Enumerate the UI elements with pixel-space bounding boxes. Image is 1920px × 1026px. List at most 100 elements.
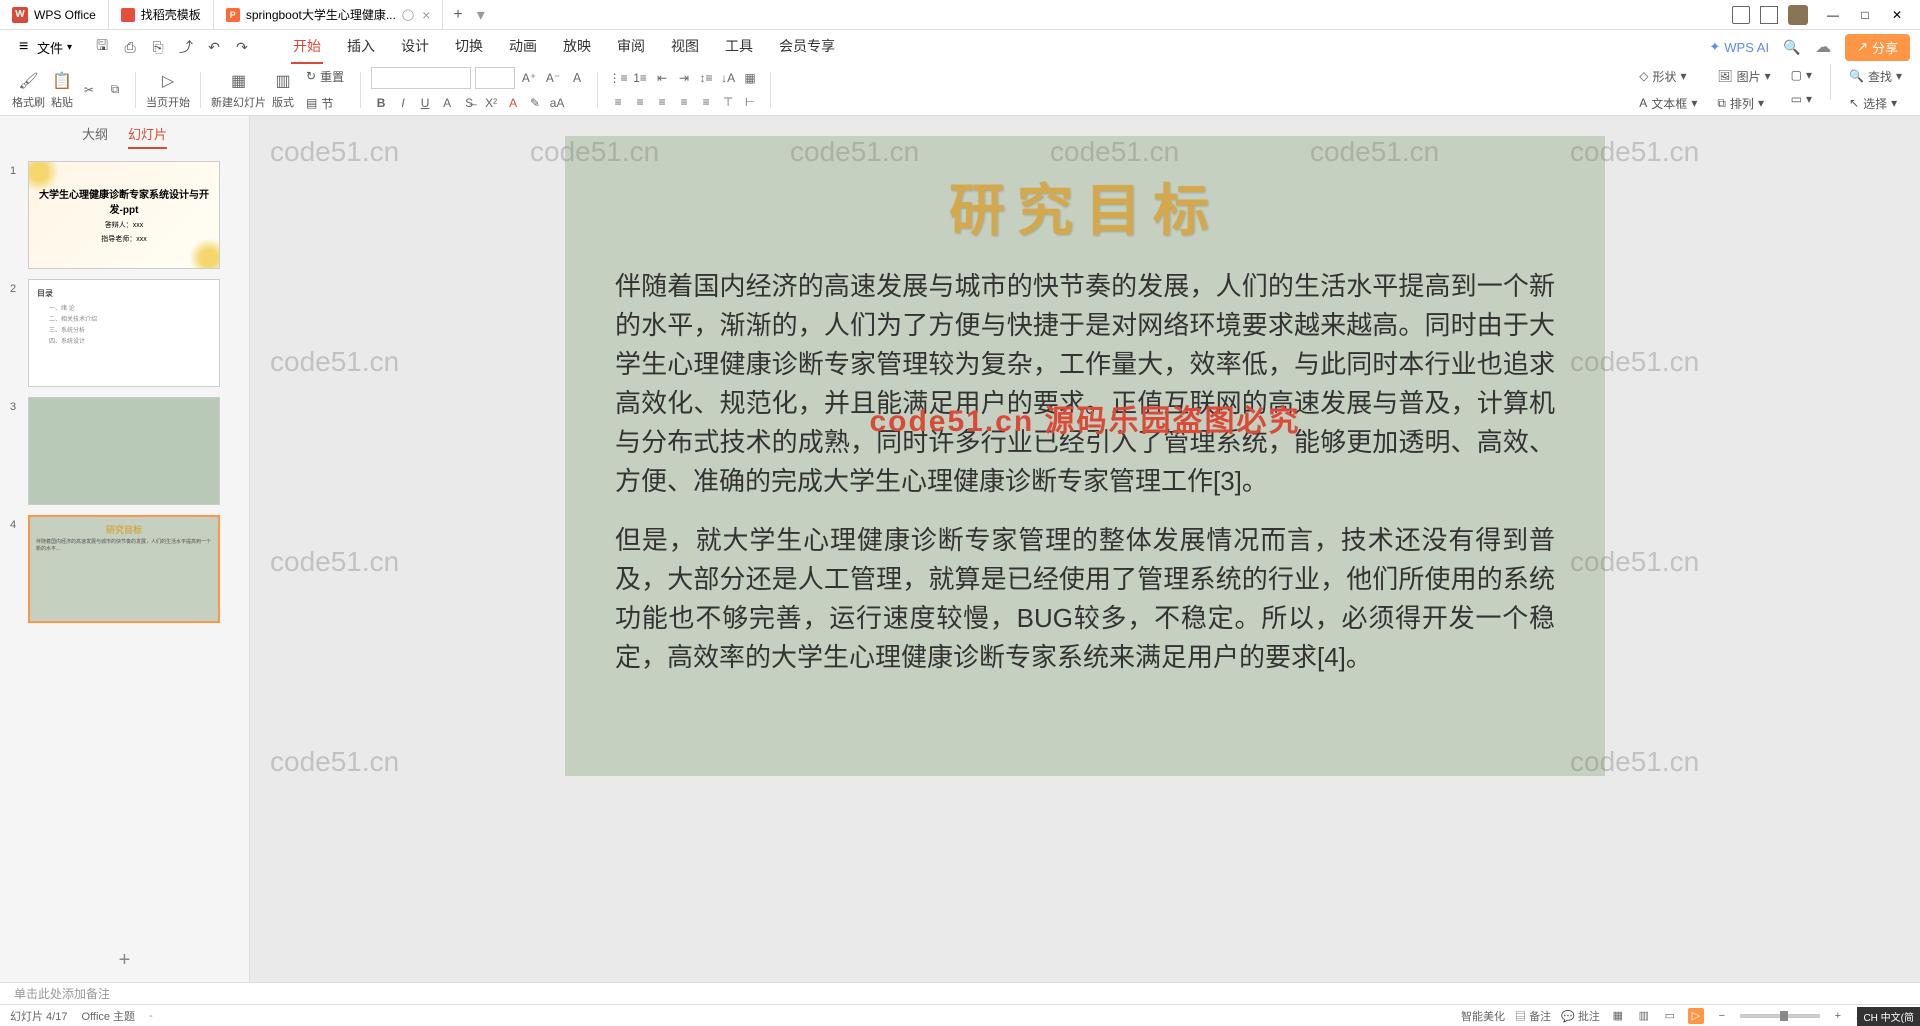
numbering-icon[interactable]: 1≡ (630, 68, 650, 88)
find-button[interactable]: 🔍查找▾ (1843, 64, 1908, 89)
tab-tools[interactable]: 工具 (723, 30, 755, 64)
tab-member[interactable]: 会员专享 (777, 30, 837, 64)
highlight-icon[interactable]: ✎ (525, 93, 545, 113)
align-top-icon[interactable]: ⊤ (718, 92, 738, 112)
distribute-icon[interactable]: ≡ (696, 92, 716, 112)
arrange-button[interactable]: ⧉排列▾ (1711, 91, 1776, 116)
align-vmiddle-icon[interactable]: ⊢ (740, 92, 760, 112)
tab-animation[interactable]: 动画 (507, 30, 539, 64)
panel-tab-slides[interactable]: 幻灯片 (128, 124, 167, 149)
select-button[interactable]: ↖选择▾ (1843, 91, 1908, 116)
add-slide-button[interactable]: + (0, 939, 249, 982)
clear-format-icon[interactable]: Ａ (567, 68, 587, 88)
zoom-out-icon[interactable]: − (1714, 1008, 1730, 1024)
status-comments-button[interactable]: 💬 批注 (1561, 1008, 1600, 1024)
format-painter-button[interactable]: 🖌 格式刷 (12, 70, 45, 110)
minimize-button[interactable]: — (1818, 3, 1848, 27)
textbox-button[interactable]: A文本框▾ (1633, 91, 1703, 116)
notes-bar[interactable]: 单击此处添加备注 (0, 982, 1920, 1004)
redo-icon[interactable]: ↷ (233, 38, 251, 56)
start-from-button[interactable]: ▷ 当页开始 (146, 70, 190, 110)
app-tab-wps[interactable]: W WPS Office (0, 0, 109, 29)
export-icon[interactable]: ⤴ (177, 38, 195, 56)
reset-button[interactable]: ↻重置 (300, 64, 350, 89)
share-button[interactable]: ↗ 分享 (1845, 34, 1910, 61)
reading-view-icon[interactable]: ▭ (1662, 1008, 1678, 1024)
preview-icon[interactable]: ⎘ (149, 38, 167, 56)
thumbnail-3[interactable] (28, 397, 220, 505)
decrease-font-icon[interactable]: A⁻ (543, 68, 563, 88)
fill-button[interactable]: ▢▾ (1785, 64, 1818, 86)
panel-tab-outline[interactable]: 大纲 (82, 124, 108, 149)
increase-font-icon[interactable]: A⁺ (519, 68, 539, 88)
maximize-button[interactable]: □ (1850, 3, 1880, 27)
layout-icon[interactable] (1732, 6, 1750, 24)
section-button[interactable]: ▤节 (300, 91, 350, 116)
text-direction-icon[interactable]: ↓A (718, 68, 738, 88)
status-notes-button[interactable]: ▤ 备注 (1515, 1008, 1551, 1024)
tab-review[interactable]: 审阅 (615, 30, 647, 64)
font-color-icon[interactable]: A (503, 93, 523, 113)
strike-icon[interactable]: S̶ (459, 93, 479, 113)
slide-canvas[interactable]: 研究目标 伴随着国内经济的高速发展与城市的快节奏的发展，人们的生活水平提高到一个… (565, 136, 1605, 776)
cube-icon[interactable] (1760, 6, 1778, 24)
shape-button[interactable]: ◇形状▾ (1633, 64, 1703, 89)
columns-icon[interactable]: ▦ (740, 68, 760, 88)
zoom-slider[interactable] (1740, 1014, 1820, 1018)
wps-ai-button[interactable]: ✦ WPS AI (1709, 39, 1769, 55)
slideshow-view-icon[interactable]: ▷ (1688, 1008, 1704, 1024)
tab-start[interactable]: 开始 (291, 30, 323, 64)
sorter-view-icon[interactable]: ▥ (1636, 1008, 1652, 1024)
bold-icon[interactable]: B (371, 93, 391, 113)
align-left-icon[interactable]: ≡ (608, 92, 628, 112)
thumbnail-2[interactable]: 目录 一、绪 论 二、相关技术介绍 三、系统分析 四、系统设计 (28, 279, 220, 387)
undo-icon[interactable]: ↶ (205, 38, 223, 56)
outline-button[interactable]: ▭▾ (1785, 88, 1818, 110)
app-tab-document[interactable]: P springboot大学生心理健康... ◯ × (214, 0, 444, 29)
zoom-in-icon[interactable]: + (1830, 1008, 1846, 1024)
ppt-icon: P (226, 8, 240, 22)
shadow-icon[interactable]: A (437, 93, 457, 113)
line-spacing-icon[interactable]: ↕≡ (696, 68, 716, 88)
align-right-icon[interactable]: ≡ (652, 92, 672, 112)
paste-button[interactable]: 📋 粘贴 (51, 70, 73, 110)
tab-menu-icon[interactable]: ▾ (477, 5, 485, 25)
new-slide-button[interactable]: ▦ 新建幻灯片 (211, 70, 266, 110)
beautify-button[interactable]: 智能美化 (1461, 1008, 1505, 1024)
close-icon[interactable]: × (422, 7, 430, 23)
cut-icon[interactable]: ✂ (79, 80, 99, 100)
add-tab-button[interactable]: + (443, 6, 472, 24)
thumbnail-4[interactable]: 研究目标 伴随着国内经济的高速发展与城市的快节奏的发展，人们的生活水平提高到一个… (28, 515, 220, 623)
underline-icon[interactable]: U (415, 93, 435, 113)
layout-button[interactable]: ▥ 版式 (272, 70, 294, 110)
superscript-icon[interactable]: X² (481, 93, 501, 113)
arrange-icon: ⧉ (1717, 96, 1726, 111)
indent-dec-icon[interactable]: ⇤ (652, 68, 672, 88)
tab-view[interactable]: 视图 (669, 30, 701, 64)
align-center-icon[interactable]: ≡ (630, 92, 650, 112)
tab-slideshow[interactable]: 放映 (561, 30, 593, 64)
file-menu[interactable]: 文件 ▾ (10, 33, 81, 62)
copy-icon[interactable]: ⧉ (105, 80, 125, 100)
bullets-icon[interactable]: ⋮≡ (608, 68, 628, 88)
print-icon[interactable]: ⎙ (121, 38, 139, 56)
normal-view-icon[interactable]: ▦ (1610, 1008, 1626, 1024)
font-family-select[interactable] (371, 67, 471, 89)
font-size-select[interactable] (475, 67, 515, 89)
save-icon[interactable]: 🖫 (93, 38, 111, 56)
search-icon[interactable]: 🔍 (1783, 38, 1801, 56)
close-button[interactable]: ✕ (1882, 3, 1912, 27)
italic-icon[interactable]: I (393, 93, 413, 113)
avatar-icon[interactable] (1788, 5, 1808, 25)
cloud-icon[interactable]: ☁ (1815, 37, 1831, 57)
thumbnail-1[interactable]: 大学生心理健康诊断专家系统设计与开发-ppt 答辩人：xxx 指导老师：xxx (28, 161, 220, 269)
tab-transition[interactable]: 切换 (453, 30, 485, 64)
tab-design[interactable]: 设计 (399, 30, 431, 64)
indent-inc-icon[interactable]: ⇥ (674, 68, 694, 88)
app-tab-template[interactable]: 找稻壳模板 (109, 0, 214, 29)
tab-insert[interactable]: 插入 (345, 30, 377, 64)
magnifier-icon: 🔍 (1849, 69, 1864, 83)
case-icon[interactable]: aA (547, 93, 567, 113)
picture-button[interactable]: 🖼图片▾ (1711, 64, 1776, 89)
justify-icon[interactable]: ≡ (674, 92, 694, 112)
